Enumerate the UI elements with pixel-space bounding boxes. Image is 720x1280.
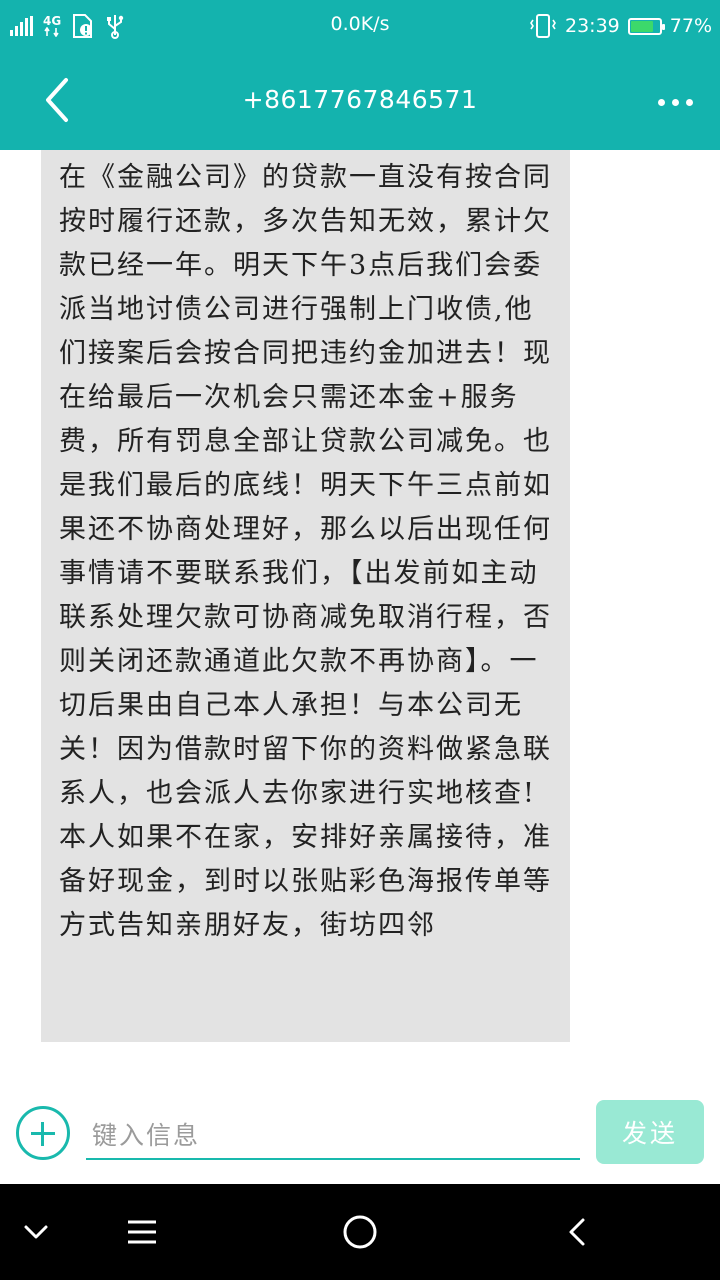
contact-number-title: +8617767846571 (242, 85, 478, 114)
message-text: 在《金融公司》的贷款一直没有按合同按时履行还款，多次告知无效，累计欠款已经一年。… (59, 162, 552, 941)
composer-bar: 发送 (0, 1090, 720, 1184)
more-dots-icon (657, 98, 665, 106)
nav-home-button[interactable] (332, 1204, 388, 1260)
battery-icon (627, 17, 665, 35)
received-message-bubble[interactable]: 在《金融公司》的贷款一直没有按合同按时履行还款，多次告知无效，累计欠款已经一年。… (41, 150, 570, 1042)
message-list[interactable]: 在《金融公司》的贷款一直没有按合同按时履行还款，多次告知无效，累计欠款已经一年。… (0, 150, 720, 1090)
vibrate-icon (530, 14, 556, 38)
battery-percent: 77% (669, 15, 712, 37)
add-attachment-button[interactable] (16, 1106, 70, 1160)
menu-icon (128, 1220, 156, 1244)
clock: 23:39 (565, 15, 620, 37)
title-bar: +8617767846571 (0, 52, 720, 150)
home-circle-icon (343, 1215, 377, 1249)
chevron-left-icon (569, 1218, 585, 1246)
nav-collapse-button[interactable] (8, 1204, 64, 1260)
chevron-down-icon (24, 1225, 48, 1239)
nav-menu-button[interactable] (114, 1204, 170, 1260)
status-bar: 4G 0.0K/s 23:39 77% (0, 0, 720, 52)
navigation-bar (0, 1184, 720, 1280)
nav-back-button[interactable] (550, 1204, 606, 1260)
send-button[interactable]: 发送 (596, 1100, 704, 1164)
more-options-button[interactable] (650, 80, 700, 124)
message-input[interactable] (86, 1112, 580, 1160)
